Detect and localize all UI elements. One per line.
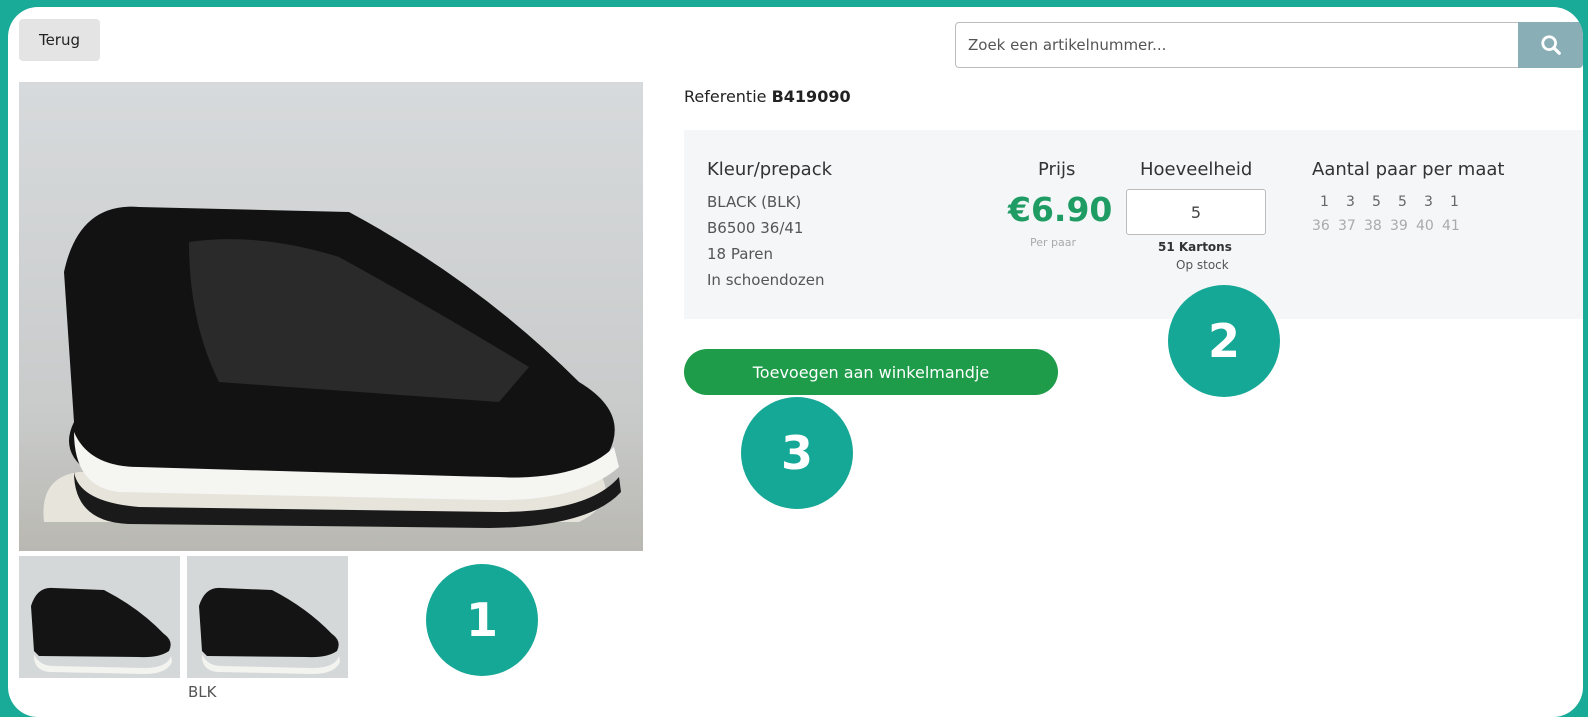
- search-button[interactable]: [1518, 22, 1583, 68]
- step-badge-3: 3: [741, 397, 853, 509]
- page-frame: Terug BLK: [8, 7, 1583, 717]
- size-value: 40: [1416, 218, 1434, 234]
- search-input[interactable]: [955, 22, 1529, 68]
- color-info: BLACK (BLK) B6500 36/41 18 Paren In scho…: [707, 189, 825, 293]
- size-value: 41: [1442, 218, 1460, 234]
- size-value: 38: [1364, 218, 1382, 234]
- reference-label: Referentie: [684, 87, 767, 106]
- thumbnail-2-image: [187, 556, 348, 678]
- back-button[interactable]: Terug: [19, 19, 100, 61]
- product-details-panel: Kleur/prepack BLACK (BLK) B6500 36/41 18…: [684, 130, 1583, 319]
- size-count: 3: [1346, 194, 1355, 210]
- reference-line: Referentie B419090: [684, 87, 851, 106]
- price-value: €6.90: [1008, 190, 1113, 229]
- color-header: Kleur/prepack: [707, 159, 833, 180]
- price-header: Prijs: [1038, 159, 1076, 180]
- price-unit: Per paar: [1030, 236, 1077, 249]
- quantity-input[interactable]: [1126, 189, 1266, 235]
- step-badge-2: 2: [1168, 285, 1280, 397]
- thumbnail-2[interactable]: [187, 556, 348, 678]
- color-line: BLACK (BLK): [707, 193, 802, 211]
- reference-value: B419090: [771, 87, 851, 106]
- stock-status: Op stock: [1176, 258, 1229, 272]
- size-count: 5: [1372, 194, 1381, 210]
- size-value: 36: [1312, 218, 1330, 234]
- packaging-line: In schoendozen: [707, 271, 825, 289]
- size-count: 5: [1398, 194, 1407, 210]
- prepack-line: B6500 36/41: [707, 219, 804, 237]
- sizes-header: Aantal paar per maat: [1312, 159, 1505, 180]
- step-badge-1: 1: [426, 564, 538, 676]
- thumbnail-color-label: BLK: [188, 683, 217, 701]
- size-counts-row: 1 3 5 5 3 1: [1320, 194, 1476, 210]
- thumbnail-1[interactable]: [19, 556, 180, 678]
- size-value: 37: [1338, 218, 1356, 234]
- stock-count: 51 Kartons: [1158, 240, 1232, 254]
- thumbnail-1-image: [19, 556, 180, 678]
- size-count: 1: [1450, 194, 1459, 210]
- size-values-row: 36 37 38 39 40 41: [1312, 218, 1468, 234]
- product-main-image: [19, 82, 643, 551]
- quantity-header: Hoeveelheid: [1140, 159, 1253, 180]
- size-value: 39: [1390, 218, 1408, 234]
- pairs-line: 18 Paren: [707, 245, 773, 263]
- add-to-cart-button[interactable]: Toevoegen aan winkelmandje: [684, 349, 1058, 395]
- search-icon: [1540, 35, 1561, 55]
- size-count: 1: [1320, 194, 1329, 210]
- size-count: 3: [1424, 194, 1433, 210]
